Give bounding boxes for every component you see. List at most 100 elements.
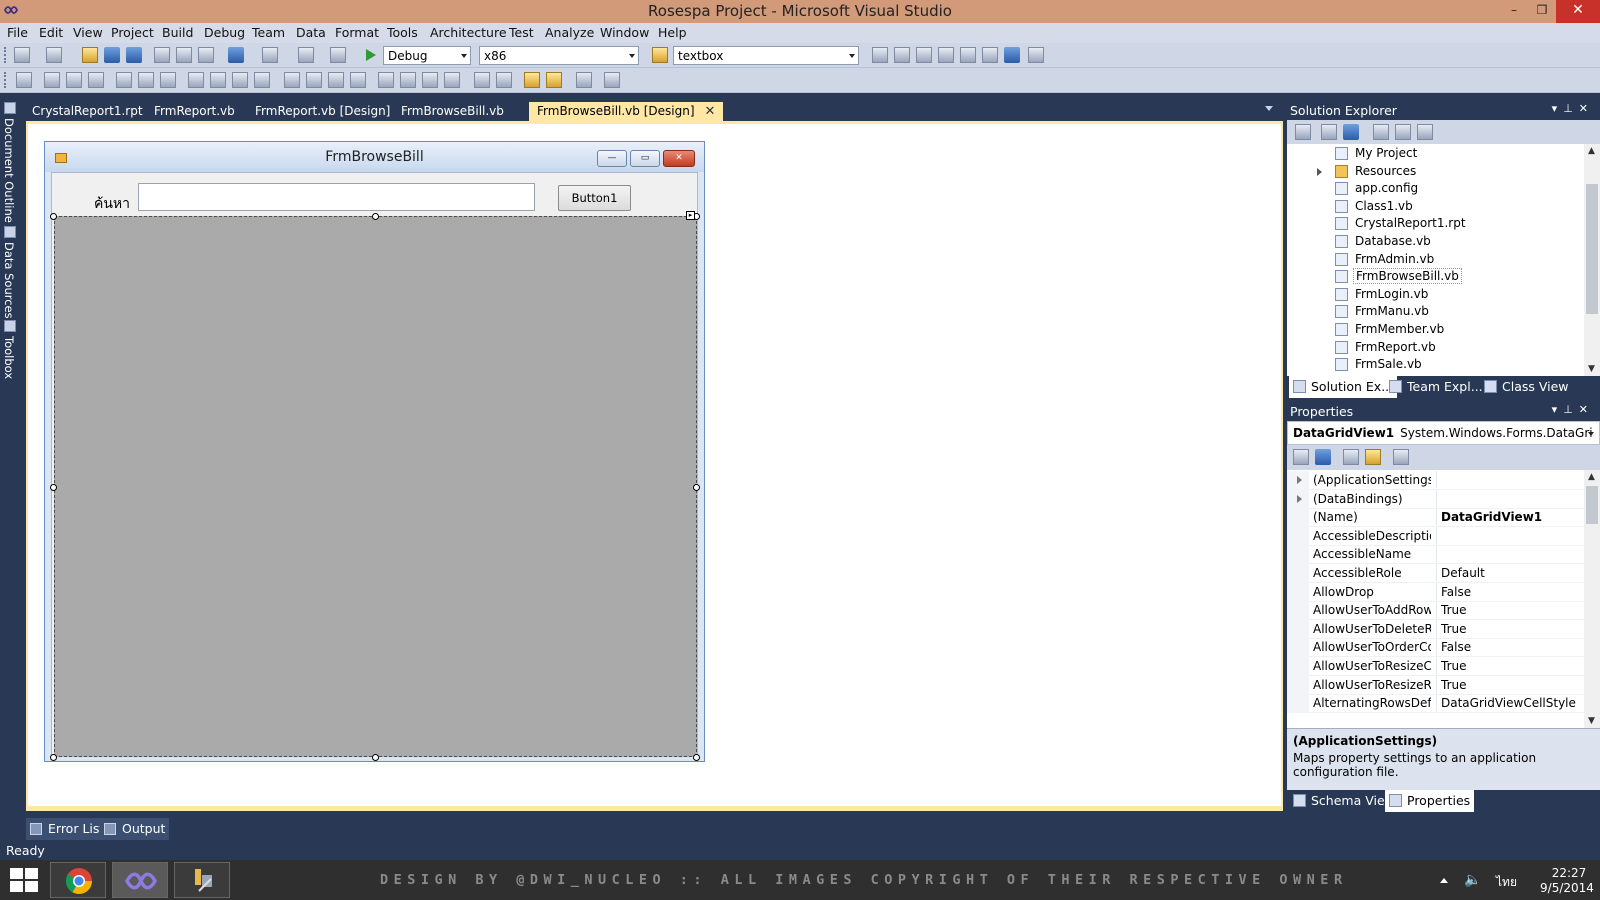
search-textbox[interactable] [138, 183, 535, 211]
property-row[interactable]: AllowUserToAddRows True [1287, 601, 1584, 621]
vertical-spacing-equal-icon[interactable] [378, 72, 394, 88]
team-explorer-tab[interactable]: Team Expl... [1385, 376, 1487, 398]
resize-handle-right[interactable] [693, 484, 700, 491]
new-project-icon[interactable] [14, 47, 30, 63]
tab-order-icon[interactable] [576, 72, 592, 88]
property-value[interactable]: DataGridView1 [1436, 508, 1582, 526]
property-row[interactable]: AccessibleDescription [1287, 526, 1584, 546]
menu-window[interactable]: Window [600, 25, 649, 40]
horizontal-spacing-equal-icon[interactable] [284, 72, 300, 88]
refresh-icon[interactable] [1343, 124, 1359, 140]
resize-handle-bottom[interactable] [372, 754, 379, 761]
schema-view-tab[interactable]: Schema View [1289, 790, 1399, 812]
show-all-files-icon[interactable] [1321, 124, 1337, 140]
center-vertically-icon[interactable] [496, 72, 512, 88]
navigate-forward-icon[interactable] [330, 47, 346, 63]
properties-tab[interactable]: Properties [1385, 790, 1475, 812]
properties-icon[interactable] [1295, 124, 1311, 140]
find-combo[interactable]: textbox [673, 46, 859, 65]
toolbar-grip[interactable] [4, 47, 8, 63]
resize-handle-left[interactable] [50, 484, 57, 491]
expand-arrow-icon[interactable] [1297, 494, 1302, 503]
error-list-tab[interactable]: Error List [26, 818, 109, 840]
extension-manager-icon[interactable] [960, 47, 976, 63]
scroll-down-icon[interactable]: ▼ [1588, 716, 1595, 726]
property-row[interactable]: (ApplicationSettings) [1287, 471, 1584, 490]
make-same-width-icon[interactable] [188, 72, 204, 88]
property-row[interactable]: AllowUserToResizeRov True [1287, 675, 1584, 695]
properties-object-selector[interactable]: DataGridView1 System.Windows.Forms.DataGr… [1287, 421, 1600, 445]
minimize-button[interactable]: – [1500, 0, 1528, 23]
remove-vertical-spacing-icon[interactable] [444, 72, 460, 88]
expand-arrow-icon[interactable] [1297, 476, 1302, 484]
redo-icon[interactable] [262, 47, 278, 63]
scrollbar-thumb[interactable] [1586, 184, 1598, 314]
search-label[interactable]: ค้นหา [94, 193, 130, 215]
scroll-up-icon[interactable]: ▲ [1588, 146, 1595, 156]
windows-start-icon[interactable] [10, 868, 40, 892]
menu-build[interactable]: Build [162, 25, 193, 40]
properties-window-icon[interactable] [894, 47, 910, 63]
toolbar-grip[interactable] [4, 72, 8, 88]
property-value[interactable]: True [1436, 657, 1582, 674]
speaker-icon[interactable]: 🔈 [1464, 872, 1481, 888]
smart-tag-icon[interactable]: ▸ [686, 211, 695, 220]
property-value[interactable]: False [1436, 638, 1582, 656]
view-code-icon[interactable] [1373, 124, 1389, 140]
lock-controls-icon[interactable] [604, 72, 620, 88]
events-icon[interactable] [1365, 449, 1381, 465]
menu-analyze[interactable]: Analyze [545, 25, 594, 40]
start-debugging-icon[interactable] [366, 49, 376, 61]
property-value[interactable] [1436, 489, 1582, 507]
solution-explorer-icon[interactable] [872, 47, 888, 63]
property-row[interactable]: AllowUserToDeleteRov True [1287, 619, 1584, 639]
size-to-grid-icon[interactable] [210, 72, 226, 88]
document-outline-tab[interactable]: Document Outline [2, 100, 18, 223]
menu-architecture[interactable]: Architecture [430, 25, 507, 40]
add-item-icon[interactable] [46, 47, 62, 63]
design-surface[interactable]: FrmBrowseBill — ▭ ✕ ค้นหา Button1 ▸ [28, 124, 1281, 806]
command-window-icon[interactable] [1004, 47, 1020, 63]
button1[interactable]: Button1 [558, 185, 631, 211]
find-in-files-icon[interactable] [652, 47, 668, 63]
property-value[interactable]: Default [1436, 564, 1582, 581]
toolbar-options-icon[interactable] [1028, 47, 1044, 63]
menu-debug[interactable]: Debug [204, 25, 245, 40]
expand-arrow-icon[interactable] [1317, 167, 1322, 176]
open-file-icon[interactable] [82, 47, 98, 63]
menu-project[interactable]: Project [111, 25, 154, 40]
menu-test[interactable]: Test [509, 25, 534, 40]
toolbox-icon[interactable] [938, 47, 954, 63]
solution-explorer-scrollbar[interactable]: ▲ ▼ [1584, 144, 1600, 376]
class-view-tab[interactable]: Class View [1480, 376, 1573, 398]
resize-handle-top[interactable] [372, 213, 379, 220]
tab-frmreport-vb[interactable]: FrmReport.vb [146, 102, 243, 121]
property-value[interactable] [1436, 526, 1582, 544]
property-value[interactable]: DataGridViewCellStyle [1436, 694, 1582, 712]
properties-view-icon[interactable] [1343, 449, 1359, 465]
make-same-height-icon[interactable] [232, 72, 248, 88]
remove-horizontal-spacing-icon[interactable] [350, 72, 366, 88]
property-row[interactable]: AccessibleName [1287, 545, 1584, 565]
scroll-down-icon[interactable]: ▼ [1588, 364, 1595, 374]
make-same-size-icon[interactable] [254, 72, 270, 88]
active-files-dropdown-icon[interactable] [1265, 106, 1273, 111]
tab-crystalreport1-rpt[interactable]: CrystalReport1.rpt [24, 102, 151, 121]
align-rights-icon[interactable] [88, 72, 104, 88]
property-value[interactable] [1436, 471, 1582, 488]
resize-handle-bottom-left[interactable] [50, 754, 57, 761]
tab-frmbrowsebill-vb[interactable]: FrmBrowseBill.vb [393, 102, 512, 121]
property-row[interactable]: AlternatingRowsDefau DataGridViewCellStyl… [1287, 694, 1584, 714]
visual-studio-taskbar-button[interactable] [112, 862, 168, 898]
send-to-back-icon[interactable] [546, 72, 562, 88]
menu-team[interactable]: Team [252, 25, 285, 40]
decrease-horizontal-spacing-icon[interactable] [328, 72, 344, 88]
datagridview1[interactable] [54, 216, 697, 757]
menu-file[interactable]: File [7, 25, 28, 40]
align-tops-icon[interactable] [116, 72, 132, 88]
menu-view[interactable]: View [73, 25, 103, 40]
properties-scrollbar[interactable]: ▲ ▼ [1584, 470, 1600, 728]
align-lefts-icon[interactable] [44, 72, 60, 88]
show-hidden-icons-icon[interactable] [1440, 878, 1448, 883]
menu-data[interactable]: Data [296, 25, 326, 40]
